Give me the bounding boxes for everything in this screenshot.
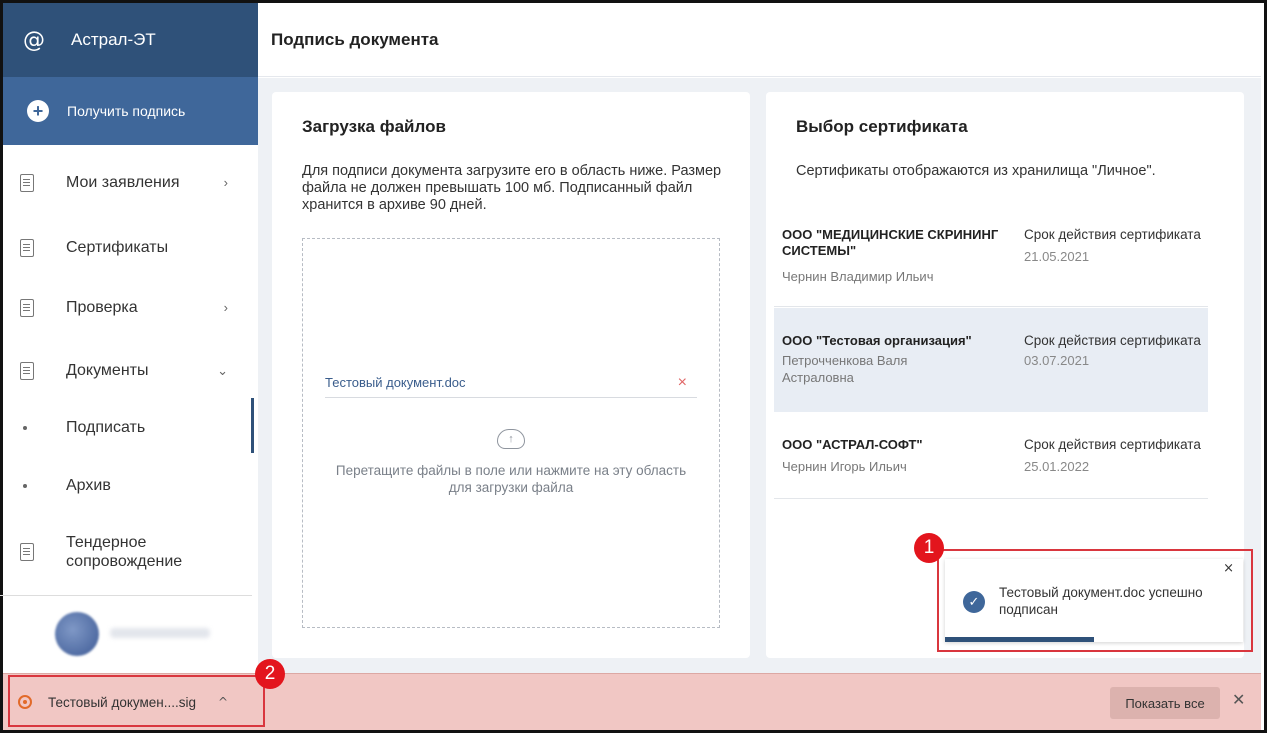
astral-logo-icon: @: [23, 27, 45, 53]
sidebar-item-archive[interactable]: Архив: [0, 458, 252, 513]
chevron-right-icon: ›: [223, 300, 228, 315]
certificate-validity-label: Срок действия сертификата: [1024, 333, 1201, 348]
certificate-item[interactable]: ООО "АСТРАЛ-СОФТ" Чернин Игорь Ильич Сро…: [774, 412, 1208, 499]
check-circle-icon: ✓: [963, 591, 985, 613]
certificate-org: ООО "АСТРАЛ-СОФТ": [782, 437, 923, 452]
remove-file-icon[interactable]: ×: [678, 374, 687, 392]
plus-icon: +: [27, 100, 49, 122]
upload-title: Загрузка файлов: [302, 117, 446, 136]
sidebar-item-certificates[interactable]: Сертификаты: [0, 220, 252, 275]
certificate-validity-label: Срок действия сертификата: [1024, 437, 1201, 452]
certificate-validity-date: 21.05.2021: [1024, 249, 1090, 264]
download-file-name: Тестовый докумен....sig: [48, 694, 196, 710]
bullet-icon: [23, 425, 27, 430]
show-all-button[interactable]: Показать все: [1110, 687, 1220, 719]
active-indicator: [251, 398, 254, 453]
certificate-item[interactable]: ООО "МЕДИЦИНСКИЕ СКРИНИНГ СИСТЕМЫ" Черни…: [774, 215, 1208, 307]
certificate-owner: Петрочченкова Валя Астраловна: [782, 353, 908, 385]
certificate-org: ООО "МЕДИЦИНСКИЕ СКРИНИНГ СИСТЕМЫ": [782, 227, 999, 258]
get-signature-label: Получить подпись: [67, 103, 186, 119]
sidebar-item-label: Проверка: [66, 298, 138, 316]
sidebar-item-label: Архив: [66, 476, 111, 494]
sidebar-item-label: Мои заявления: [66, 173, 180, 191]
chevron-up-icon[interactable]: ^: [218, 695, 228, 709]
sidebar-item-verification[interactable]: Проверка ›: [0, 280, 252, 335]
tender-icon: [20, 543, 34, 561]
chevron-down-icon: ⌄: [217, 362, 228, 378]
dropzone-hint: Перетащите файлы в поле или нажмите на э…: [335, 463, 687, 495]
sidebar-item-sign[interactable]: Подписать: [0, 400, 252, 455]
certificate-owner: Чернин Игорь Ильич: [782, 459, 907, 474]
sidebar-item-my-applications[interactable]: Мои заявления ›: [0, 155, 252, 210]
sidebar-item-label: Тендерное сопровождение: [66, 534, 183, 570]
page-header: Подпись документа: [258, 3, 1261, 77]
uploaded-file-row: Тестовый документ.doc ×: [325, 368, 697, 398]
certificate-owner: Чернин Владимир Ильич: [782, 269, 934, 284]
document-icon: [20, 173, 34, 192]
toast-progress-bar: [945, 637, 1094, 642]
avatar[interactable]: [55, 612, 99, 656]
user-name-blurred: [110, 628, 210, 638]
certificate-item-selected[interactable]: ООО "Тестовая организация" Петрочченкова…: [774, 308, 1208, 412]
close-icon[interactable]: ✕: [1232, 690, 1245, 709]
download-item[interactable]: Тестовый докумен....sig ^: [18, 690, 228, 714]
certificate-validity-label: Срок действия сертификата: [1024, 227, 1201, 242]
annotation-badge: 1: [914, 533, 944, 563]
certificates-title: Выбор сертификата: [796, 117, 968, 136]
sidebar-item-label: Сертификаты: [66, 238, 169, 256]
sidebar-item-label: Документы: [66, 361, 149, 379]
sidebar-item-tender-support[interactable]: Тендерное сопровождение: [0, 522, 252, 582]
close-icon[interactable]: ×: [1223, 561, 1234, 576]
certificate-org: ООО "Тестовая организация": [782, 333, 972, 348]
sidebar-item-documents[interactable]: Документы ⌄: [0, 343, 252, 398]
success-toast: ✓ Тестовый документ.doc успешно подписан…: [945, 559, 1243, 642]
sidebar-item-label: Подписать: [66, 418, 146, 436]
certificates-description: Сертификаты отображаются из хранилища "Л…: [796, 163, 1156, 179]
uploaded-file-name: Тестовый документ.doc: [325, 375, 466, 390]
chevron-right-icon: ›: [223, 175, 228, 190]
bullet-icon: [23, 483, 27, 488]
cloud-upload-icon: ↑: [497, 429, 525, 449]
verify-document-icon: [20, 298, 34, 317]
certificate-validity-date: 25.01.2022: [1024, 459, 1090, 474]
app-brand[interactable]: @ Астрал-ЭТ: [3, 3, 258, 77]
certificate-validity-date: 03.07.2021: [1024, 353, 1090, 368]
certificate-icon: [20, 238, 34, 257]
toast-progress-track: [945, 637, 1243, 642]
annotation-badge: 2: [255, 659, 285, 689]
page-title: Подпись документа: [271, 29, 439, 49]
signature-file-icon: [18, 695, 32, 709]
sidebar-divider: [0, 595, 252, 596]
toast-message: Тестовый документ.doc успешно подписан: [999, 585, 1203, 617]
upload-description: Для подписи документа загрузите его в об…: [302, 163, 722, 213]
app-title: Астрал-ЭТ: [71, 30, 156, 49]
documents-folder-icon: [20, 361, 34, 380]
get-signature-button[interactable]: + Получить подпись: [3, 77, 258, 145]
